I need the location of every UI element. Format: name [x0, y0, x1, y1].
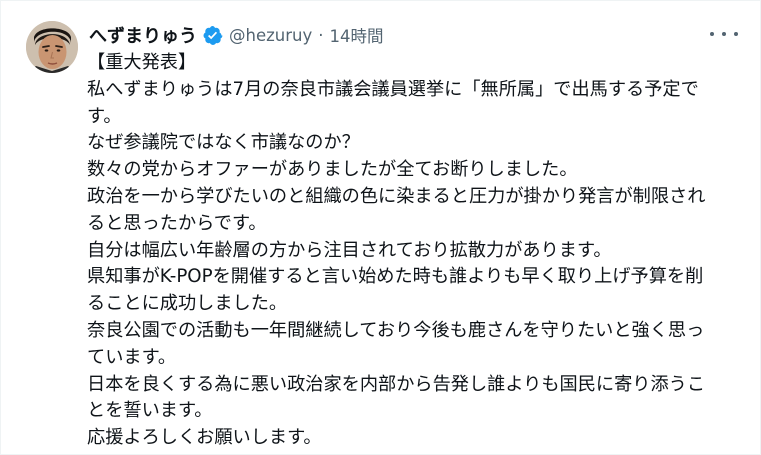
tweet-line: 【重大発表】	[87, 52, 197, 73]
more-dot	[722, 32, 726, 36]
tweet-line: ています。	[87, 346, 177, 368]
more-options-icon[interactable]	[710, 23, 738, 45]
timestamp[interactable]: 14時間	[329, 23, 383, 47]
tweet-card: へずまりゅう @hezuruy · 14時間 【重大発表】 私へずまりゅうは7月…	[0, 0, 761, 455]
tweet-line: 政治を一から学びたいのと組織の色に染まると圧力が掛かり発言が制限され	[87, 185, 706, 207]
tweet-line: す。	[87, 105, 122, 127]
tweet-line: 自分は幅広い年齢層の方から注目されており拡散力があります。	[87, 239, 612, 261]
tweet-header: へずまりゅう @hezuruy · 14時間	[89, 22, 383, 48]
display-name[interactable]: へずまりゅう	[89, 22, 197, 48]
tweet-line: ると思ったからです。	[87, 212, 267, 234]
user-handle[interactable]: @hezuruy	[229, 26, 312, 45]
tweet-line: 私へずまりゅうは7月の奈良市議会議員選挙に「無所属」で出馬する予定で	[87, 78, 699, 100]
tweet-line: 応援よろしくお願いします。	[87, 427, 322, 449]
tweet-line: なぜ参議院ではなく市議なのか？	[87, 132, 360, 154]
tweet-line: とを誓います。	[87, 400, 213, 422]
separator-dot: ·	[318, 25, 324, 45]
tweet-line: 県知事がK-POPを開催すると言い始めた時も誰よりも早く取り上げ予算を削	[87, 266, 704, 288]
more-dot	[710, 32, 714, 36]
tweet-text: 【重大発表】 私へずまりゅうは7月の奈良市議会議員選挙に「無所属」で出馬する予定…	[87, 50, 733, 452]
tweet-line: 奈良公園での活動も一年間継続しており今後も鹿さんを守りたいと強く思っ	[87, 319, 705, 341]
tweet-line: 数々の党からオファーがありましたが全てお断りしました。	[87, 159, 578, 181]
tweet-line: ることに成功しました。	[87, 293, 288, 315]
more-dot	[734, 32, 738, 36]
verified-badge-icon[interactable]	[202, 25, 223, 46]
avatar-image	[26, 21, 78, 73]
avatar[interactable]	[26, 21, 78, 73]
tweet-line: 日本を良くする為に悪い政治家を内部から告発し誰よりも国民に寄り添うこ	[87, 373, 706, 395]
